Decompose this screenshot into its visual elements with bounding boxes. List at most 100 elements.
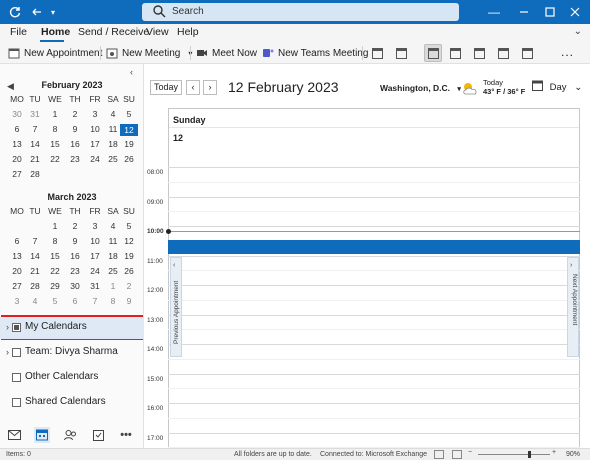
selected-time-slot[interactable]: [168, 240, 580, 254]
mini-calendar-day[interactable]: 14: [26, 139, 44, 149]
mini-calendar-day[interactable]: 3: [86, 221, 104, 231]
mini-calendar-day[interactable]: 17: [86, 139, 104, 149]
quick-access-dropdown-icon[interactable]: ▾: [44, 3, 62, 21]
folder-team-divya-sharma[interactable]: › Team: Divya Sharma: [0, 342, 144, 364]
mini-calendar-day[interactable]: 4: [26, 296, 44, 306]
zoom-slider[interactable]: [478, 454, 550, 455]
location-selector[interactable]: Washington, D.C. ▾: [380, 83, 461, 93]
mini-calendar-day[interactable]: 15: [46, 139, 64, 149]
zoom-slider-handle[interactable]: [528, 451, 531, 458]
meet-now-button[interactable]: Meet Now: [196, 45, 257, 61]
mini-calendar-day[interactable]: 27: [8, 169, 26, 179]
mini-calendar-day[interactable]: 8: [46, 236, 64, 246]
mini-calendar-day[interactable]: 27: [8, 281, 26, 291]
mini-calendar-day[interactable]: 24: [86, 266, 104, 276]
mini-calendar-day[interactable]: 22: [46, 266, 64, 276]
today-button[interactable]: Today: [150, 80, 182, 95]
reading-view-icon[interactable]: [452, 450, 462, 459]
view-schedule-icon[interactable]: [494, 44, 512, 62]
mini-calendar-day[interactable]: 15: [46, 251, 64, 261]
mini-calendar-day[interactable]: 2: [120, 281, 138, 291]
view-work-week-icon[interactable]: [392, 44, 410, 62]
mini-calendar-day[interactable]: 31: [26, 109, 44, 119]
mini-calendar-day[interactable]: 1: [46, 221, 64, 231]
other-calendars-checkbox[interactable]: [12, 373, 21, 382]
view-day-icon[interactable]: [368, 44, 386, 62]
mini-calendar-day[interactable]: 23: [66, 266, 84, 276]
new-teams-meeting-button[interactable]: New Teams Meeting: [262, 45, 368, 61]
collapse-pane-icon[interactable]: ‹: [130, 67, 133, 77]
mini-calendar-day[interactable]: 22: [46, 154, 64, 164]
folder-my-calendars[interactable]: › My Calendars: [0, 317, 144, 339]
mini-calendar-day[interactable]: 17: [86, 251, 104, 261]
previous-appointment-tab[interactable]: ‹ Previous Appointment: [170, 257, 182, 357]
mini-calendar-day[interactable]: 12: [120, 124, 138, 136]
new-meeting-button[interactable]: New Meeting ▾: [106, 45, 192, 61]
menu-send-receive[interactable]: Send / Receive: [78, 26, 149, 38]
my-calendars-checkbox[interactable]: [12, 323, 21, 332]
mini-calendar-day[interactable]: 7: [26, 236, 44, 246]
view-dropdown-icon[interactable]: ⌄: [574, 82, 582, 93]
folder-other-calendars[interactable]: Other Calendars: [0, 367, 144, 389]
mini-calendar-day[interactable]: 7: [26, 124, 44, 134]
mini-calendar-day[interactable]: 21: [26, 266, 44, 276]
normal-view-icon[interactable]: [434, 450, 444, 459]
view-week-icon[interactable]: [446, 44, 464, 62]
mail-icon[interactable]: [6, 427, 22, 443]
mini-calendar-day[interactable]: 3: [8, 296, 26, 306]
mini-calendar-day[interactable]: 12: [120, 236, 138, 246]
menu-help[interactable]: Help: [177, 26, 199, 38]
tasks-icon[interactable]: [90, 427, 106, 443]
ribbon-collapse-icon[interactable]: ⌄: [574, 26, 582, 37]
mini-calendar-day[interactable]: 10: [86, 124, 104, 134]
more-options-icon[interactable]: ...: [561, 45, 574, 59]
maximize-window-button[interactable]: [541, 3, 559, 21]
mini-calendar-day[interactable]: 31: [86, 281, 104, 291]
shared-calendars-checkbox[interactable]: [12, 398, 21, 407]
mini-calendar-day[interactable]: 30: [8, 109, 26, 119]
next-appointment-tab[interactable]: › Next Appointment: [567, 257, 579, 357]
mini-calendar-day[interactable]: 5: [120, 221, 138, 231]
mini-calendar-day[interactable]: 29: [46, 281, 64, 291]
mini-calendar-day[interactable]: 30: [66, 281, 84, 291]
menu-view[interactable]: View: [146, 26, 169, 38]
menu-home[interactable]: Home: [41, 26, 70, 38]
team-checkbox[interactable]: [12, 348, 21, 357]
mini-calendar-day[interactable]: 9: [120, 296, 138, 306]
view-selector[interactable]: Day ⌄: [532, 80, 582, 93]
mini-calendar-day[interactable]: 9: [66, 124, 84, 134]
view-month-icon[interactable]: [470, 44, 488, 62]
mini-calendar-day[interactable]: 3: [86, 109, 104, 119]
view-day-selected-icon[interactable]: [424, 44, 442, 62]
previous-day-button[interactable]: ‹: [186, 80, 200, 95]
mini-calendar-day[interactable]: 28: [26, 169, 44, 179]
mini-calendar-day[interactable]: 8: [46, 124, 64, 134]
minimize-icon[interactable]: —: [485, 3, 503, 21]
mini-calendar-day[interactable]: 26: [120, 154, 138, 164]
minimize-window-button[interactable]: [515, 3, 533, 21]
mini-calendar-day[interactable]: 6: [66, 296, 84, 306]
new-appointment-button[interactable]: New Appointment: [8, 45, 102, 61]
mini-calendar-day[interactable]: 13: [8, 139, 26, 149]
mini-calendar-day[interactable]: 7: [86, 296, 104, 306]
calendar-icon[interactable]: [34, 427, 50, 443]
mini-calendar-day[interactable]: 10: [86, 236, 104, 246]
mini-calendar-day[interactable]: 1: [46, 109, 64, 119]
zoom-out-icon[interactable]: −: [468, 449, 472, 456]
mini-calendar-day[interactable]: 6: [8, 124, 26, 134]
expand-chevron-icon[interactable]: ›: [6, 322, 9, 332]
folder-shared-calendars[interactable]: Shared Calendars: [0, 392, 144, 414]
mini-calendar-day[interactable]: 23: [66, 154, 84, 164]
mini-calendar-day[interactable]: 14: [26, 251, 44, 261]
mini-calendar-day[interactable]: 16: [66, 251, 84, 261]
people-icon[interactable]: [62, 427, 78, 443]
mini-calendar-day[interactable]: 24: [86, 154, 104, 164]
next-day-button[interactable]: ›: [203, 80, 217, 95]
mini-calendar-day[interactable]: 13: [8, 251, 26, 261]
sync-icon[interactable]: [6, 3, 24, 21]
mini-calendar-day[interactable]: 20: [8, 154, 26, 164]
mini-calendar-day[interactable]: 19: [120, 139, 138, 149]
search-box[interactable]: Search: [142, 3, 459, 21]
mini-calendar-day[interactable]: 6: [8, 236, 26, 246]
mini-calendar-day[interactable]: 21: [26, 154, 44, 164]
